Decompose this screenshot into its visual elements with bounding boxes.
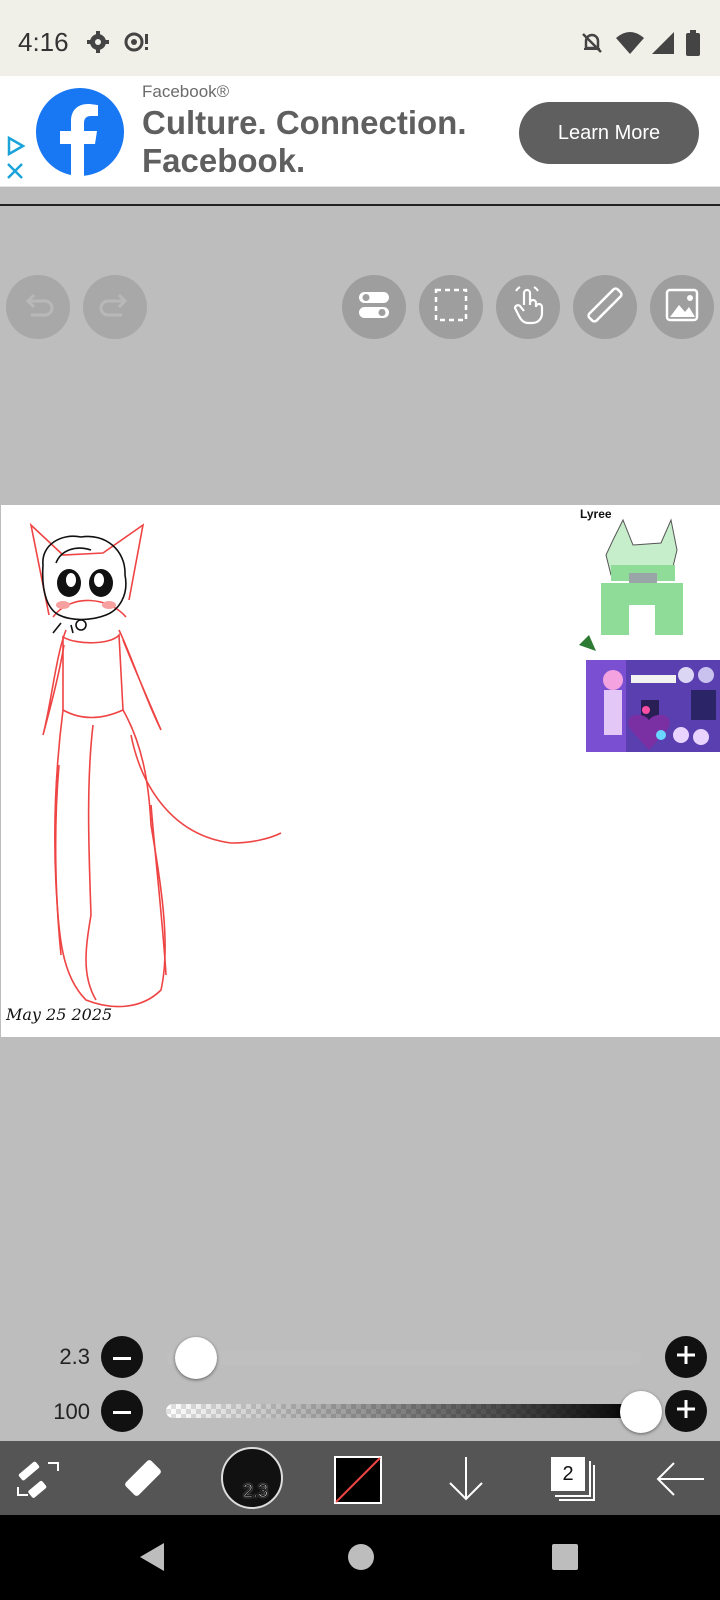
learn-more-button[interactable]: Learn More xyxy=(519,102,699,164)
minus-icon xyxy=(113,1348,131,1366)
bottom-toolbar: 2.3 2 xyxy=(0,1441,720,1515)
toggle-settings-button[interactable] xyxy=(342,275,406,339)
battery-icon xyxy=(686,30,700,61)
undo-icon xyxy=(21,293,55,322)
image-icon xyxy=(664,287,700,328)
brush-size-decrease-button[interactable] xyxy=(101,1336,143,1378)
opacity-slider-knob[interactable] xyxy=(620,1391,662,1433)
marquee-select-icon xyxy=(433,287,469,328)
nav-recents-icon[interactable] xyxy=(552,1544,578,1575)
back-arrow-icon[interactable] xyxy=(656,1461,706,1502)
toggle-switches-icon xyxy=(357,288,391,327)
wifi-icon xyxy=(616,32,644,59)
signature-text: May 25 2025 xyxy=(6,1005,113,1024)
hand-tool-button[interactable] xyxy=(496,275,560,339)
tool-switch-icon[interactable] xyxy=(14,1457,62,1506)
ad-close-icon[interactable] xyxy=(6,162,24,185)
adchoices-icon[interactable] xyxy=(6,135,26,161)
layers-button[interactable]: 2 xyxy=(551,1457,597,1503)
settings-icon xyxy=(86,30,110,59)
plus-icon xyxy=(677,1399,695,1423)
brush-size-slider-knob[interactable] xyxy=(175,1337,218,1379)
hand-touch-icon xyxy=(510,285,546,330)
ad-banner[interactable]: Facebook® Culture. Connection. Facebook.… xyxy=(0,76,720,187)
status-time: 4:16 xyxy=(18,27,69,57)
redo-button[interactable] xyxy=(83,275,147,339)
selection-button[interactable] xyxy=(419,275,483,339)
brush-picker-button[interactable]: 2.3 xyxy=(221,1447,283,1509)
eraser-icon[interactable] xyxy=(122,1456,170,1505)
nav-home-icon[interactable] xyxy=(348,1544,374,1575)
import-image-button[interactable] xyxy=(650,275,714,339)
brush-size-increase-button[interactable] xyxy=(665,1336,707,1378)
ad-headline: Culture. Connection. Facebook. xyxy=(142,104,467,179)
system-nav-bar xyxy=(0,1515,720,1600)
nav-back-icon[interactable] xyxy=(140,1543,166,1576)
ruler-icon xyxy=(587,286,623,328)
opacity-value: 100 xyxy=(53,1399,90,1424)
color-swatch[interactable] xyxy=(334,1456,382,1509)
layer-count: 2 xyxy=(551,1457,585,1491)
ruler-button[interactable] xyxy=(573,275,637,339)
opacity-decrease-button[interactable] xyxy=(101,1390,143,1432)
reference-label: Lyree xyxy=(580,507,612,521)
divider xyxy=(0,204,720,206)
opacity-increase-button[interactable] xyxy=(665,1390,707,1432)
status-bar: 4:16 xyxy=(0,0,720,76)
ad-sponsor: Facebook® xyxy=(142,82,230,101)
opacity-slider[interactable] xyxy=(166,1404,642,1418)
sync-icon xyxy=(124,31,150,58)
drawing-canvas[interactable]: Lyree May 25 2025 xyxy=(1,505,720,1037)
brush-size-value: 2.3 xyxy=(59,1344,90,1369)
brush-size-badge: 2.3 xyxy=(242,1481,269,1502)
brush-size-slider[interactable] xyxy=(166,1351,642,1365)
down-arrow-icon[interactable] xyxy=(446,1455,486,1508)
minus-icon xyxy=(113,1402,131,1420)
undo-button[interactable] xyxy=(6,275,70,339)
redo-icon xyxy=(98,293,132,322)
canvas-artwork xyxy=(29,518,720,1008)
signal-icon xyxy=(652,32,674,59)
facebook-logo-icon xyxy=(36,88,124,181)
plus-icon xyxy=(677,1345,695,1369)
mute-notifications-icon xyxy=(580,31,604,60)
